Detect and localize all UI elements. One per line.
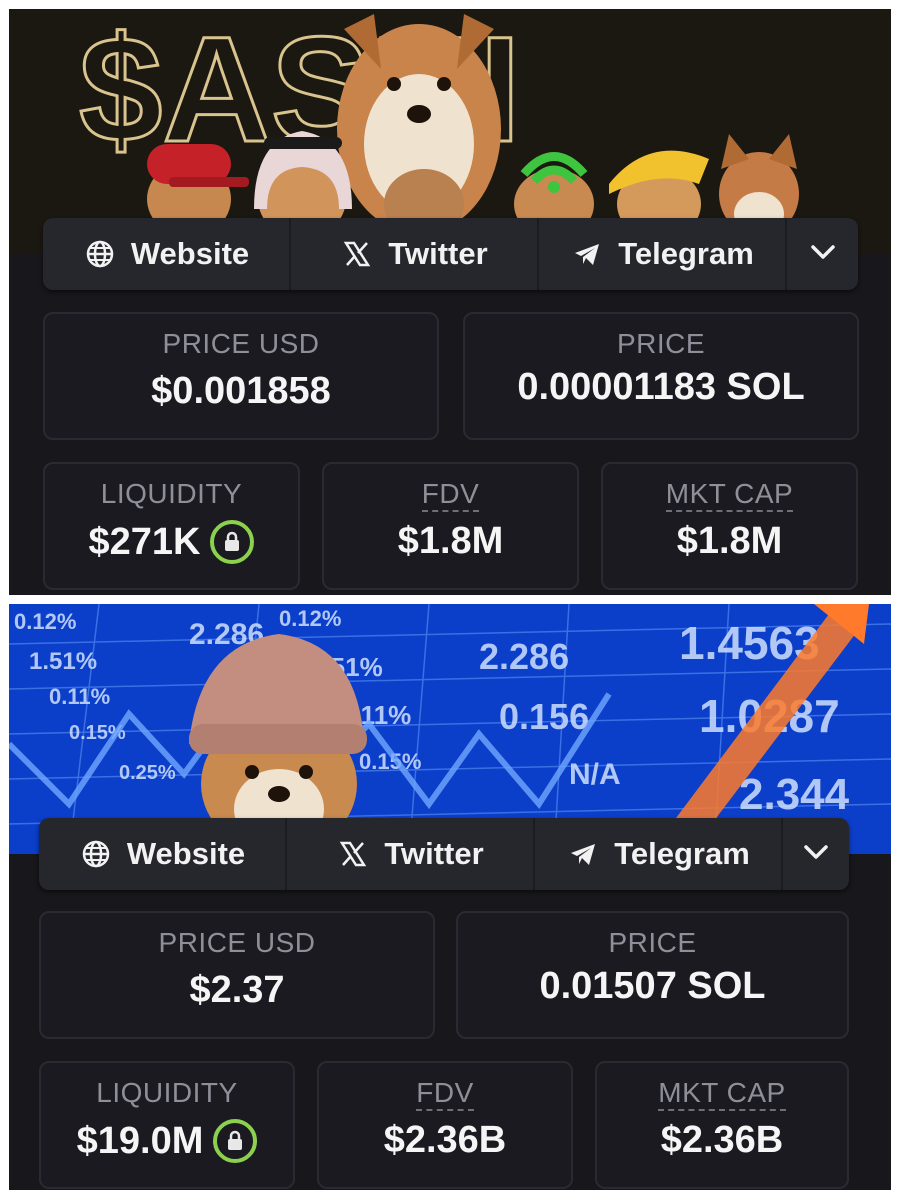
telegram-icon xyxy=(566,837,600,871)
twitter-label: Twitter xyxy=(388,236,488,271)
price-usd-value: $2.37 xyxy=(189,969,285,1011)
twitter-button[interactable]: Twitter xyxy=(287,818,535,890)
price-sol-value: 0.00001183 SOL xyxy=(517,366,805,408)
token-banner-image: 0.12% 2.286 0.12% 1.51% 1.51% 2.286 1.4563 0.11… xyxy=(9,604,891,854)
website-label: Website xyxy=(130,236,250,271)
ticker-value: N/A xyxy=(569,758,621,791)
liquidity-value: $271K xyxy=(88,520,201,563)
twitter-label: Twitter xyxy=(384,836,484,871)
ticker-value: 0.12% xyxy=(279,606,341,631)
price-usd-value: $0.001858 xyxy=(151,370,331,412)
mkt-cap-label[interactable]: MKT CAP xyxy=(665,478,794,512)
fdv-label[interactable]: FDV xyxy=(416,1077,474,1111)
price-usd-card: PRICE USD $0.001858 xyxy=(43,312,439,440)
mkt-cap-card: MKT CAP $1.8M xyxy=(601,462,858,590)
liquidity-label: LIQUIDITY xyxy=(100,478,243,509)
price-sol-card: PRICE 0.01507 SOL xyxy=(456,911,849,1039)
ticker-value: 2.344 xyxy=(739,770,850,819)
chevron-down-icon xyxy=(803,844,829,865)
liquidity-card: LIQUIDITY $19.0M xyxy=(39,1061,295,1189)
more-links-dropdown[interactable] xyxy=(787,218,858,290)
globe-icon xyxy=(83,237,117,271)
telegram-label: Telegram xyxy=(614,836,750,871)
ticker-value: 0.25% xyxy=(119,762,176,784)
price-usd-label: PRICE USD xyxy=(162,328,320,359)
price-sol-card: PRICE 0.00001183 SOL xyxy=(463,312,859,440)
price-label: PRICE xyxy=(616,328,706,359)
price-usd-label: PRICE USD xyxy=(158,927,316,958)
mkt-cap-value: $1.8M xyxy=(676,520,783,562)
more-links-dropdown[interactable] xyxy=(783,818,849,890)
mkt-cap-label[interactable]: MKT CAP xyxy=(658,1077,786,1111)
twitter-button[interactable]: Twitter xyxy=(291,218,539,290)
social-links-bar: Website Twitter Telegram xyxy=(43,218,858,290)
fdv-label[interactable]: FDV xyxy=(421,478,480,512)
telegram-label: Telegram xyxy=(618,236,754,271)
telegram-icon xyxy=(570,237,604,271)
fdv-value: $2.36B xyxy=(383,1119,507,1161)
chevron-down-icon xyxy=(810,244,836,265)
price-label: PRICE xyxy=(608,927,697,958)
fdv-card: FDV $1.8M xyxy=(322,462,579,590)
social-links-bar: Website Twitter Telegram xyxy=(39,818,849,890)
liquidity-card: LIQUIDITY $271K xyxy=(43,462,300,590)
price-sol-value: 0.01507 SOL xyxy=(539,965,766,1007)
price-usd-card: PRICE USD $2.37 xyxy=(39,911,435,1039)
telegram-button[interactable]: Telegram xyxy=(539,218,787,290)
x-logo-icon xyxy=(340,237,374,271)
globe-icon xyxy=(79,837,113,871)
fdv-value: $1.8M xyxy=(397,520,504,562)
liquidity-value: $19.0M xyxy=(76,1119,204,1162)
ticker-value: 0.156 xyxy=(499,696,589,737)
telegram-button[interactable]: Telegram xyxy=(535,818,783,890)
mkt-cap-card: MKT CAP $2.36B xyxy=(595,1061,849,1189)
lock-icon[interactable] xyxy=(210,520,255,564)
x-logo-icon xyxy=(336,837,370,871)
ticker-value: 0.12% xyxy=(14,609,76,634)
fdv-card: FDV $2.36B xyxy=(317,1061,573,1189)
website-label: Website xyxy=(126,836,246,871)
website-button[interactable]: Website xyxy=(39,818,287,890)
website-button[interactable]: Website xyxy=(43,218,291,290)
token-panel-sashi: $ASHI Website Twitter Telegram PRICE USD… xyxy=(9,9,891,595)
ticker-value: 2.286 xyxy=(479,636,569,677)
lock-icon[interactable] xyxy=(213,1119,258,1163)
ticker-value: 0.11% xyxy=(49,684,110,709)
ticker-value: 1.51% xyxy=(29,648,97,675)
token-panel-wif: 0.12% 2.286 0.12% 1.51% 1.51% 2.286 1.4563 0.11… xyxy=(9,604,891,1190)
mkt-cap-value: $2.36B xyxy=(660,1119,784,1161)
liquidity-label: LIQUIDITY xyxy=(96,1077,238,1108)
